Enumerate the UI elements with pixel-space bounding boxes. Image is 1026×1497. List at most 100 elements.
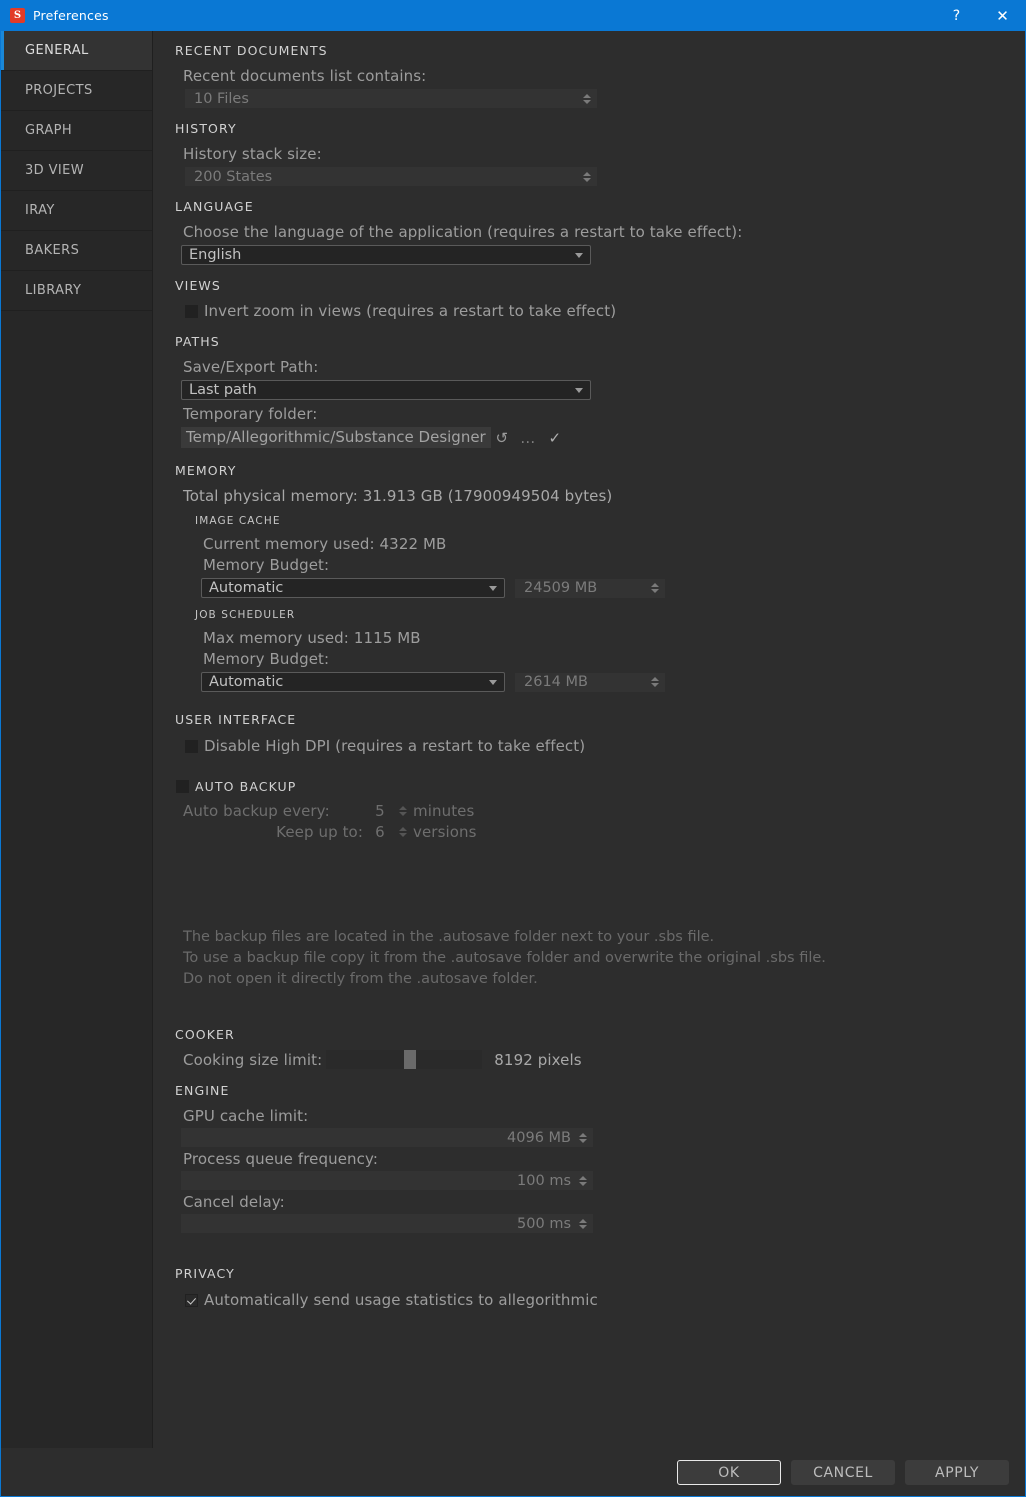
auto-backup-info-line-1: The backup files are located in the .aut…: [183, 929, 715, 945]
language-dropdown[interactable]: English: [181, 245, 591, 265]
image-cache-budget-value: 24509 MB: [524, 580, 598, 596]
spinner-arrows-icon[interactable]: [649, 674, 660, 691]
auto-backup-every-row: Auto backup every: 5 minutes: [183, 802, 1007, 820]
section-title-recent-documents: RECENT DOCUMENTS: [175, 43, 328, 58]
browse-folder-button[interactable]: …: [513, 428, 543, 448]
language-value: English: [189, 247, 242, 263]
job-scheduler-budget-value: 2614 MB: [524, 674, 588, 690]
sidebar-item-general[interactable]: GENERAL: [1, 31, 152, 71]
close-button[interactable]: ✕: [980, 0, 1025, 31]
spinner-arrows-icon[interactable]: [397, 803, 408, 820]
history-stack-value: 200 States: [194, 168, 273, 185]
section-title-language: LANGUAGE: [175, 199, 254, 214]
image-cache-current-used: Current memory used: 4322 MB: [203, 535, 447, 553]
gpu-cache-limit-label: GPU cache limit:: [183, 1107, 309, 1125]
confirm-path-icon[interactable]: ✓: [543, 428, 567, 448]
invert-zoom-row[interactable]: Invert zoom in views (requires a restart…: [185, 302, 1007, 320]
section-title-privacy: PRIVACY: [175, 1266, 235, 1281]
temporary-folder-input[interactable]: Temp/Allegorithmic/Substance Designer: [181, 427, 491, 448]
cancel-delay-value: 500 ms: [517, 1215, 571, 1232]
ok-button[interactable]: OK: [677, 1460, 781, 1485]
settings-content: RECENT DOCUMENTS Recent documents list c…: [153, 31, 1025, 1448]
process-queue-frequency-value: 100 ms: [517, 1172, 571, 1189]
sidebar-item-graph[interactable]: GRAPH: [1, 111, 152, 151]
process-queue-frequency-label: Process queue frequency:: [183, 1150, 379, 1168]
sidebar-item-label: GRAPH: [25, 123, 73, 138]
sidebar-item-3d-view[interactable]: 3D VIEW: [1, 151, 152, 191]
spinner-arrows-icon[interactable]: [397, 824, 408, 841]
reset-path-icon[interactable]: ↺: [491, 428, 513, 448]
invert-zoom-checkbox[interactable]: [185, 304, 198, 318]
cooking-size-limit-slider[interactable]: [326, 1050, 483, 1069]
usage-statistics-row[interactable]: Automatically send usage statistics to a…: [185, 1291, 1007, 1309]
spinner-arrows-icon[interactable]: [577, 1215, 588, 1232]
sidebar-item-label: BAKERS: [25, 243, 80, 258]
spinner-arrows-icon[interactable]: [577, 1172, 588, 1189]
sidebar-item-iray[interactable]: IRAY: [1, 191, 152, 231]
auto-backup-keep-value[interactable]: 6: [363, 823, 397, 841]
sidebar-item-projects[interactable]: PROJECTS: [1, 71, 152, 111]
sidebar-item-label: LIBRARY: [25, 283, 82, 298]
disable-high-dpi-row[interactable]: Disable High DPI (requires a restart to …: [185, 737, 1007, 755]
settings-sidebar: GENERAL PROJECTS GRAPH 3D VIEW IRAY BAKE…: [1, 31, 153, 1448]
auto-backup-every-unit: minutes: [413, 802, 475, 820]
auto-backup-info-line-3: Do not open it directly from the .autosa…: [183, 971, 538, 987]
recent-documents-label: Recent documents list contains:: [183, 67, 427, 85]
job-scheduler-budget-spinbox[interactable]: 2614 MB: [515, 672, 665, 692]
chevron-down-icon: [489, 585, 497, 591]
sidebar-item-label: IRAY: [25, 203, 55, 218]
disable-high-dpi-checkbox[interactable]: [185, 739, 198, 753]
sidebar-item-bakers[interactable]: BAKERS: [1, 231, 152, 271]
sidebar-item-library[interactable]: LIBRARY: [1, 271, 152, 311]
spinner-arrows-icon[interactable]: [581, 90, 592, 107]
job-scheduler-budget-row: Automatic 2614 MB: [201, 672, 1007, 692]
recent-documents-spinbox[interactable]: 10 Files: [185, 89, 597, 108]
cancel-button[interactable]: CANCEL: [791, 1460, 895, 1485]
image-cache-budget-label: Memory Budget:: [203, 556, 330, 574]
section-title-auto-backup: AUTO BACKUP: [195, 779, 297, 794]
cancel-delay-label: Cancel delay:: [183, 1193, 285, 1211]
sidebar-item-label: 3D VIEW: [25, 163, 85, 178]
save-export-path-dropdown[interactable]: Last path: [181, 380, 591, 400]
subsection-title-image-cache: IMAGE CACHE: [195, 515, 281, 527]
usage-statistics-label: Automatically send usage statistics to a…: [204, 1291, 598, 1309]
process-queue-frequency-spinbox[interactable]: 100 ms: [181, 1171, 593, 1190]
auto-backup-keep-label: Keep up to:: [276, 823, 363, 841]
job-scheduler-budget-label: Memory Budget:: [203, 650, 330, 668]
spinner-arrows-icon[interactable]: [649, 580, 660, 597]
image-cache-budget-dropdown[interactable]: Automatic: [201, 578, 505, 598]
history-stack-label: History stack size:: [183, 145, 322, 163]
cooking-size-limit-row: Cooking size limit: 8192 pixels: [183, 1050, 1007, 1069]
section-title-views: VIEWS: [175, 278, 221, 293]
cancel-delay-spinbox[interactable]: 500 ms: [181, 1214, 593, 1233]
auto-backup-header-row[interactable]: AUTO BACKUP: [176, 779, 1007, 794]
gpu-cache-limit-value: 4096 MB: [507, 1129, 571, 1146]
help-button[interactable]: ?: [934, 0, 979, 31]
usage-statistics-checkbox[interactable]: [185, 1293, 198, 1307]
section-title-history: HISTORY: [175, 121, 237, 136]
spinner-arrows-icon[interactable]: [581, 168, 592, 185]
temporary-folder-row: Temp/Allegorithmic/Substance Designer ↺ …: [181, 427, 1007, 448]
auto-backup-every-value[interactable]: 5: [363, 802, 397, 820]
job-scheduler-budget-mode: Automatic: [209, 674, 284, 690]
history-stack-spinbox[interactable]: 200 States: [185, 167, 597, 186]
temporary-folder-label: Temporary folder:: [183, 405, 318, 423]
save-export-path-value: Last path: [189, 382, 257, 398]
gpu-cache-limit-spinbox[interactable]: 4096 MB: [181, 1128, 593, 1147]
image-cache-budget-spinbox[interactable]: 24509 MB: [515, 578, 665, 598]
slider-handle[interactable]: [404, 1050, 417, 1069]
preferences-dialog: S Preferences ? ✕ GENERAL PROJECTS GRAPH…: [0, 0, 1026, 1497]
save-export-path-label: Save/Export Path:: [183, 358, 319, 376]
invert-zoom-label: Invert zoom in views (requires a restart…: [204, 302, 617, 320]
apply-button[interactable]: APPLY: [905, 1460, 1009, 1485]
auto-backup-keep-row: Keep up to: 6 versions: [183, 823, 1007, 841]
section-title-engine: ENGINE: [175, 1083, 230, 1098]
disable-high-dpi-label: Disable High DPI (requires a restart to …: [204, 737, 586, 755]
spinner-arrows-icon[interactable]: [577, 1129, 588, 1146]
section-title-paths: PATHS: [175, 334, 220, 349]
job-scheduler-budget-dropdown[interactable]: Automatic: [201, 672, 505, 692]
auto-backup-keep-unit: versions: [413, 823, 477, 841]
total-physical-memory-text: Total physical memory: 31.913 GB (179009…: [183, 487, 613, 505]
section-title-user-interface: USER INTERFACE: [175, 712, 297, 727]
auto-backup-checkbox[interactable]: [176, 780, 189, 793]
